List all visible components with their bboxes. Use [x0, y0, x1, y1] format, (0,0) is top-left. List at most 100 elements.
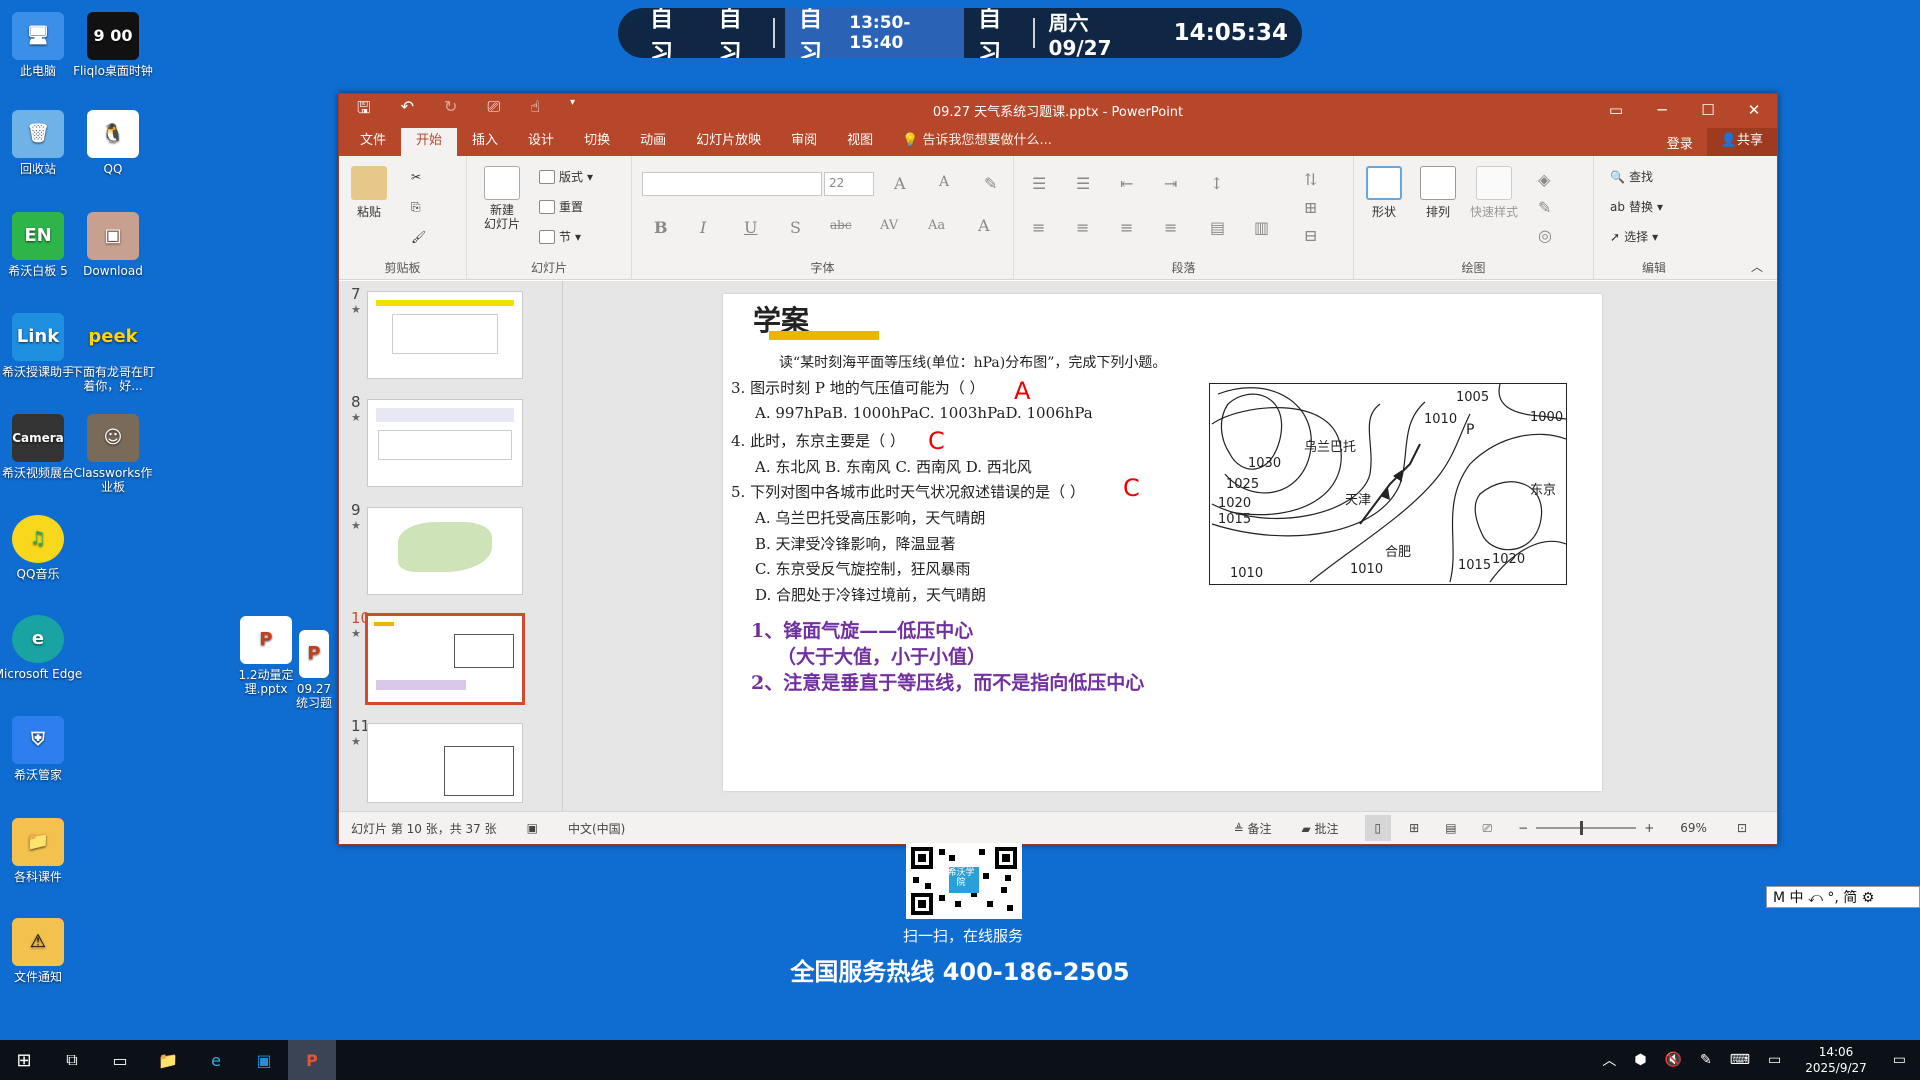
tab-view[interactable]: 视图: [832, 128, 888, 156]
slide-thumbnail-7[interactable]: [367, 291, 523, 379]
spellcheck-icon[interactable]: ▣: [527, 821, 538, 835]
line-spacing-icon[interactable]: ↕: [1210, 174, 1223, 193]
change-case-icon[interactable]: Aa: [928, 218, 945, 233]
desktop-icon-peek[interactable]: peek 下面有龙哥在盯着你，好...: [68, 313, 158, 393]
slide-thumbnail-11[interactable]: [367, 723, 523, 803]
tab-insert[interactable]: 插入: [457, 128, 513, 156]
notification-icon[interactable]: ▭: [1893, 1052, 1906, 1068]
shadow-icon[interactable]: S: [790, 218, 801, 237]
increase-indent-icon[interactable]: ⇥: [1164, 174, 1177, 193]
tab-slideshow[interactable]: 幻灯片放映: [681, 128, 776, 156]
font-name-input[interactable]: [642, 172, 822, 196]
zoom-level[interactable]: 69%: [1680, 821, 1707, 835]
task-view-icon[interactable]: ⧉: [48, 1040, 96, 1080]
normal-view-icon[interactable]: ▯: [1364, 815, 1392, 841]
close-button[interactable]: ✕: [1731, 101, 1777, 119]
save-icon[interactable]: 🖫: [357, 97, 371, 124]
align-center-icon[interactable]: ≡: [1076, 218, 1089, 237]
increase-font-icon[interactable]: A: [894, 174, 906, 193]
paste-button[interactable]: 粘贴: [351, 166, 387, 220]
tray-app-icon[interactable]: ⬢: [1634, 1052, 1646, 1068]
decrease-indent-icon[interactable]: ⇤: [1120, 174, 1133, 193]
ribbon-display-icon[interactable]: ▭: [1593, 101, 1639, 119]
keyboard-icon[interactable]: ⌨: [1730, 1052, 1750, 1068]
fit-slide-icon[interactable]: ⊡: [1737, 821, 1747, 835]
reading-view-icon[interactable]: ▤: [1445, 821, 1456, 835]
select-button[interactable]: ➚ 选择 ▾: [1610, 228, 1658, 245]
numbering-icon[interactable]: ☰: [1076, 174, 1090, 193]
columns-icon[interactable]: ▥: [1254, 218, 1269, 237]
touch-mode-icon[interactable]: ☝: [530, 97, 540, 124]
comments-button[interactable]: ▰ 批注: [1301, 820, 1338, 837]
tab-transitions[interactable]: 切换: [569, 128, 625, 156]
undo-icon[interactable]: ↶: [401, 97, 414, 124]
desktop-icon-classworks[interactable]: ☺ Classworks作业板: [68, 414, 158, 494]
desktop-icon-pptx-2[interactable]: P 09.27 统习题: [289, 630, 339, 710]
desktop-icon-coursewares[interactable]: 📁 各科课件: [0, 818, 83, 884]
maximize-button[interactable]: ☐: [1685, 101, 1731, 119]
desktop-icon-fliqlo[interactable]: 9 00 Fliqlo桌面时钟: [68, 12, 158, 78]
clear-format-icon[interactable]: ✎: [984, 174, 997, 193]
slide-thumbnail-8[interactable]: [367, 399, 523, 487]
shape-effects-icon[interactable]: ◎: [1538, 226, 1552, 245]
font-size-input[interactable]: 22: [824, 172, 874, 196]
desktop-icon-seewo-guard[interactable]: ⛨ 希沃管家: [0, 716, 83, 782]
italic-icon[interactable]: I: [700, 218, 706, 237]
edge-icon[interactable]: e: [192, 1040, 240, 1080]
zoom-out-icon[interactable]: −: [1518, 821, 1528, 835]
desktop-icon-download[interactable]: ▣ Download: [68, 212, 158, 278]
tab-design[interactable]: 设计: [513, 128, 569, 156]
powerpoint-icon[interactable]: P: [288, 1040, 336, 1080]
tab-home[interactable]: 开始: [401, 128, 458, 156]
redo-icon[interactable]: ↻: [444, 97, 457, 124]
arrange-button[interactable]: 排列: [1418, 166, 1458, 220]
zoom-in-icon[interactable]: +: [1644, 821, 1654, 835]
slideshow-icon[interactable]: ⎚: [1483, 821, 1493, 836]
desktop-icon-edge[interactable]: e Microsoft Edge: [0, 615, 83, 681]
layout-button[interactable]: 版式 ▾: [539, 168, 593, 185]
format-painter-button[interactable]: 🖌: [411, 230, 426, 244]
notes-button[interactable]: ≜ 备注: [1234, 820, 1272, 837]
section-button[interactable]: 节 ▾: [539, 228, 581, 245]
bold-icon[interactable]: B: [654, 218, 668, 237]
whiteboard-app-icon[interactable]: ▣: [240, 1040, 288, 1080]
app-icon[interactable]: ▭: [96, 1040, 144, 1080]
desktop-icon-qqmusic[interactable]: ♫ QQ音乐: [0, 515, 83, 581]
replace-button[interactable]: ab 替换 ▾: [1610, 198, 1663, 215]
collapse-ribbon-icon[interactable]: ︿: [1751, 258, 1763, 275]
reset-button[interactable]: 重置: [539, 198, 583, 215]
copy-button[interactable]: ⎘: [411, 200, 421, 215]
text-direction-icon[interactable]: ⇅: [1304, 170, 1317, 189]
find-button[interactable]: 🔍 查找: [1610, 168, 1653, 185]
align-left-icon[interactable]: ≡: [1032, 218, 1045, 237]
tray-display-icon[interactable]: ▭: [1768, 1052, 1781, 1068]
tab-review[interactable]: 审阅: [776, 128, 832, 156]
start-windows-icon[interactable]: ⊞: [0, 1040, 48, 1080]
language-indicator[interactable]: 中文(中国): [568, 820, 625, 837]
font-color-icon[interactable]: A: [978, 216, 990, 235]
decrease-font-icon[interactable]: A: [939, 174, 949, 190]
share-button[interactable]: 👤共享: [1706, 128, 1777, 156]
desktop-icon-qq[interactable]: 🐧 QQ: [68, 110, 158, 176]
tab-file[interactable]: 文件: [345, 128, 401, 156]
shape-fill-icon[interactable]: ◈: [1538, 170, 1550, 189]
cut-button[interactable]: ✂: [411, 170, 421, 184]
strikethrough-icon[interactable]: abc: [830, 218, 852, 232]
tray-clock[interactable]: 14:06 2025/9/27: [1805, 1044, 1867, 1076]
zoom-slider[interactable]: [1536, 821, 1637, 835]
shapes-button[interactable]: 形状: [1364, 166, 1404, 220]
volume-mute-icon[interactable]: 🔇: [1665, 1052, 1682, 1068]
login-link[interactable]: 登录: [1667, 133, 1693, 152]
tell-me-search[interactable]: 💡 告诉我您想要做什么...: [902, 128, 1052, 156]
char-spacing-icon[interactable]: AV: [880, 218, 898, 233]
justify-icon[interactable]: ≡: [1164, 218, 1177, 237]
tab-animations[interactable]: 动画: [625, 128, 681, 156]
present-icon[interactable]: ⎚: [487, 97, 500, 124]
pen-icon[interactable]: ✎: [1700, 1052, 1712, 1068]
tray-overflow-icon[interactable]: ︿: [1602, 1050, 1616, 1070]
new-slide-button[interactable]: 新建 幻灯片: [477, 166, 527, 231]
align-right-icon[interactable]: ≡: [1120, 218, 1133, 237]
slide-thumbnail-9[interactable]: [367, 507, 523, 595]
slide-canvas[interactable]: 学案 读“某时刻海平面等压线(单位：hPa)分布图”，完成下列小题。 3. 图示…: [723, 294, 1602, 791]
customize-qat-icon[interactable]: ▾: [570, 97, 575, 124]
